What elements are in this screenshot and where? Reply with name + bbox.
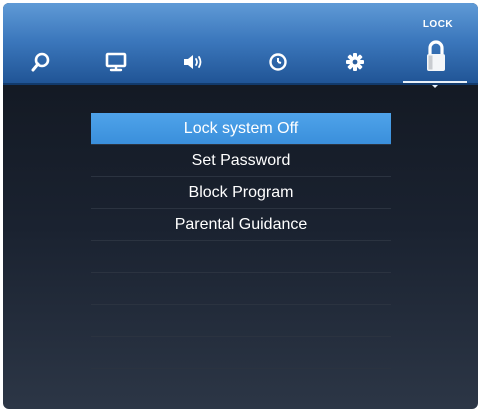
menu-tab-bar: LOCK xyxy=(3,3,478,88)
active-tab-caption: LOCK xyxy=(422,19,454,30)
menu-item-set-password[interactable]: Set Password xyxy=(91,145,391,177)
menu-item-empty xyxy=(91,337,391,369)
gear-icon xyxy=(344,51,366,73)
tab-setup[interactable] xyxy=(337,48,373,76)
tab-lock[interactable] xyxy=(418,37,454,77)
active-tab-indicator xyxy=(403,81,467,88)
tab-search[interactable] xyxy=(23,48,59,76)
clock-icon xyxy=(267,51,289,73)
tab-sound[interactable] xyxy=(176,48,212,76)
monitor-icon xyxy=(104,51,128,73)
padlock-icon xyxy=(423,39,449,75)
menu-item-empty xyxy=(91,273,391,305)
search-icon xyxy=(30,51,52,73)
menu-item-block-program[interactable]: Block Program xyxy=(91,177,391,209)
menu-item-empty xyxy=(91,241,391,273)
tab-time[interactable] xyxy=(260,48,296,76)
menu-item-lock-system[interactable]: Lock system Off xyxy=(91,113,391,145)
menu-item-parental-guidance[interactable]: Parental Guidance xyxy=(91,209,391,241)
tab-picture[interactable] xyxy=(98,48,134,76)
osd-menu-window: LOCK Lock system Off Set Password Block … xyxy=(3,3,478,409)
menu-item-empty xyxy=(91,305,391,337)
lock-menu-list: Lock system Off Set Password Block Progr… xyxy=(91,113,391,369)
speaker-icon xyxy=(181,51,207,73)
